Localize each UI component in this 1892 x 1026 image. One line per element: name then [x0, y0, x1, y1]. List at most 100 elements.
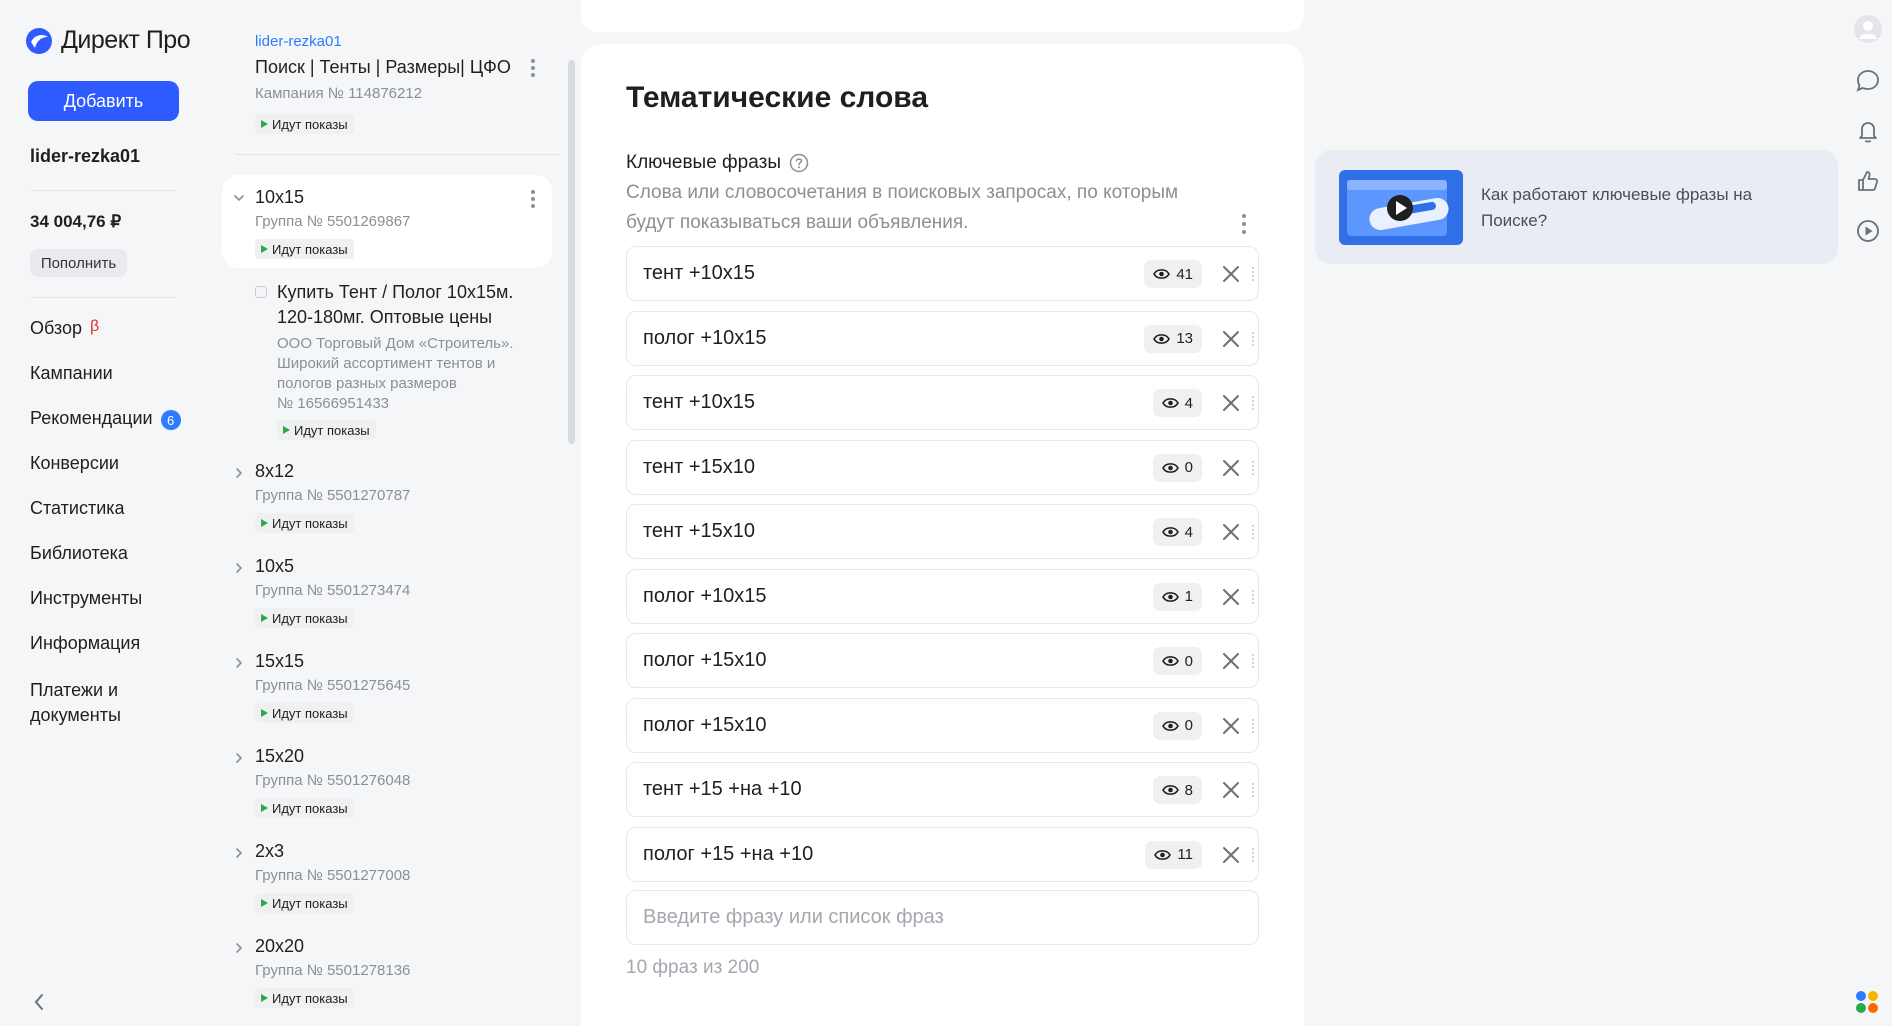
nav-item-recommendations[interactable]: Рекомендации 6: [30, 408, 181, 453]
chat-icon[interactable]: [1853, 66, 1883, 96]
ad-description: ООО Торговый Дом «Строитель». Широкий ас…: [277, 334, 545, 414]
logo[interactable]: Директ Про: [25, 26, 191, 55]
keyword-text[interactable]: полог +15 +на +10: [643, 843, 813, 866]
impressions-badge: 0: [1152, 711, 1202, 740]
account-name[interactable]: lider-rezka01: [30, 146, 140, 167]
thumbs-up-icon[interactable]: [1853, 166, 1883, 196]
avatar-icon[interactable]: [1853, 14, 1883, 44]
eye-icon: [1161, 398, 1179, 408]
close-icon[interactable]: [1221, 845, 1241, 865]
close-icon[interactable]: [1221, 716, 1241, 736]
group-more-icon[interactable]: [530, 189, 536, 209]
group-name: 8x12: [255, 461, 295, 481]
keyword-text[interactable]: полог +15x10: [643, 714, 767, 737]
close-icon[interactable]: [1221, 651, 1241, 671]
nav-item-statistics[interactable]: Статистика: [30, 498, 181, 543]
nav-item-overview[interactable]: Обзор β: [30, 318, 181, 363]
question-icon[interactable]: [789, 153, 809, 173]
drag-handle[interactable]: [1252, 783, 1254, 797]
video-thumbnail[interactable]: [1339, 170, 1463, 245]
drag-handle[interactable]: [1252, 589, 1254, 604]
chevron-right-icon[interactable]: [233, 562, 245, 574]
keyword-row[interactable]: полог +10x15 1: [626, 568, 1259, 624]
play-icon: [261, 519, 268, 527]
drag-handle[interactable]: [1252, 460, 1254, 475]
keyword-row[interactable]: полог +15 +на +10 11: [626, 826, 1259, 882]
keyword-row[interactable]: полог +10x15 13: [626, 310, 1259, 366]
chevron-right-icon[interactable]: [233, 847, 245, 859]
keyword-row[interactable]: полог +15x10 0: [626, 633, 1259, 688]
collapse-sidebar-icon[interactable]: [32, 991, 46, 1013]
keyword-text[interactable]: тент +10x15: [643, 262, 755, 285]
tree-divider: [235, 154, 560, 155]
keyword-text[interactable]: тент +15 +на +10: [643, 778, 802, 801]
nav-item-tools[interactable]: Инструменты: [30, 588, 181, 633]
drag-handle[interactable]: [1252, 267, 1254, 281]
play-circle-icon[interactable]: [1853, 216, 1883, 246]
close-icon[interactable]: [1221, 264, 1241, 284]
nav-item-label: Информация: [30, 633, 141, 653]
keyword-text[interactable]: полог +10x15: [643, 585, 767, 608]
nav-item-payments[interactable]: Платежи и документы: [30, 678, 181, 738]
nav-item-campaigns[interactable]: Кампании: [30, 363, 181, 408]
close-icon[interactable]: [1221, 329, 1241, 349]
keyword-text[interactable]: тент +15x10: [643, 456, 755, 479]
group-number: Группа № 5501277008: [255, 867, 411, 884]
eye-icon: [1161, 656, 1179, 666]
keyword-row[interactable]: тент +15x10 4: [626, 504, 1259, 559]
help-video-text[interactable]: Как работают ключевые фразы на Поиске?: [1481, 182, 1771, 234]
apps-icon[interactable]: [1853, 988, 1883, 1018]
chevron-right-icon[interactable]: [233, 942, 245, 954]
ad-status: Идут показы: [277, 420, 545, 440]
keyword-row[interactable]: тент +10x15 4: [626, 375, 1259, 430]
impressions-badge: 0: [1152, 647, 1202, 675]
nav-item-conversions[interactable]: Конверсии: [30, 453, 181, 498]
nav-item-library[interactable]: Библиотека: [30, 543, 181, 588]
eye-icon: [1153, 333, 1171, 344]
drag-handle[interactable]: [1252, 525, 1254, 539]
close-icon[interactable]: [1221, 587, 1241, 607]
chevron-right-icon[interactable]: [233, 657, 245, 669]
ad-item[interactable]: Купить Тент / Полог 10x15м. 120-180мг. О…: [255, 280, 545, 440]
nav-item-information[interactable]: Информация: [30, 633, 181, 678]
ad-title: Купить Тент / Полог 10x15м. 120-180мг. О…: [277, 282, 514, 327]
keyword-text[interactable]: тент +10x15: [643, 391, 755, 414]
keyword-text[interactable]: полог +15x10: [643, 649, 767, 672]
balance: 34 004,76 ₽: [30, 212, 122, 231]
bell-icon[interactable]: [1853, 116, 1883, 146]
play-icon: [261, 804, 268, 812]
chevron-right-icon[interactable]: [233, 467, 245, 479]
drag-handle[interactable]: [1252, 331, 1254, 346]
keyword-row[interactable]: тент +10x15 41: [626, 246, 1259, 301]
keyword-row[interactable]: тент +15x10 0: [626, 439, 1259, 495]
ad-checkbox[interactable]: [255, 286, 267, 298]
close-icon[interactable]: [1221, 780, 1241, 800]
drag-handle[interactable]: [1252, 654, 1254, 668]
nav-item-label: Кампании: [30, 363, 113, 383]
close-icon[interactable]: [1221, 458, 1241, 478]
drag-handle[interactable]: [1252, 396, 1254, 410]
keyword-text[interactable]: полог +10x15: [643, 327, 767, 350]
campaign-title[interactable]: Поиск | Тенты | Размеры| ЦФО: [255, 57, 511, 78]
impressions-badge: 8: [1152, 776, 1202, 804]
drag-handle[interactable]: [1252, 847, 1254, 862]
close-icon[interactable]: [1221, 522, 1241, 542]
drag-handle[interactable]: [1252, 718, 1254, 733]
tree-scrollbar[interactable]: [568, 60, 575, 444]
campaign-more-icon[interactable]: [530, 58, 536, 78]
keyword-row[interactable]: полог +15x10 0: [626, 697, 1259, 753]
keywords-more-icon[interactable]: [1241, 213, 1247, 235]
chevron-right-icon[interactable]: [233, 752, 245, 764]
keywords-panel: Тематические слова Ключевые фразы Слова …: [581, 44, 1304, 1026]
chevron-down-icon[interactable]: [233, 192, 245, 204]
add-button[interactable]: Добавить: [28, 81, 179, 121]
close-icon[interactable]: [1221, 393, 1241, 413]
keyword-row[interactable]: тент +15 +на +10 8: [626, 762, 1259, 817]
new-keyword-input[interactable]: [626, 890, 1259, 945]
group-status: Идут показы: [255, 893, 354, 913]
right-rail: [1850, 0, 1892, 1026]
help-video-card[interactable]: Как работают ключевые фразы на Поиске?: [1315, 150, 1838, 264]
campaign-account-link[interactable]: lider-rezka01: [255, 33, 342, 50]
keyword-text[interactable]: тент +15x10: [643, 520, 755, 543]
topup-button[interactable]: Пополнить: [30, 249, 127, 277]
